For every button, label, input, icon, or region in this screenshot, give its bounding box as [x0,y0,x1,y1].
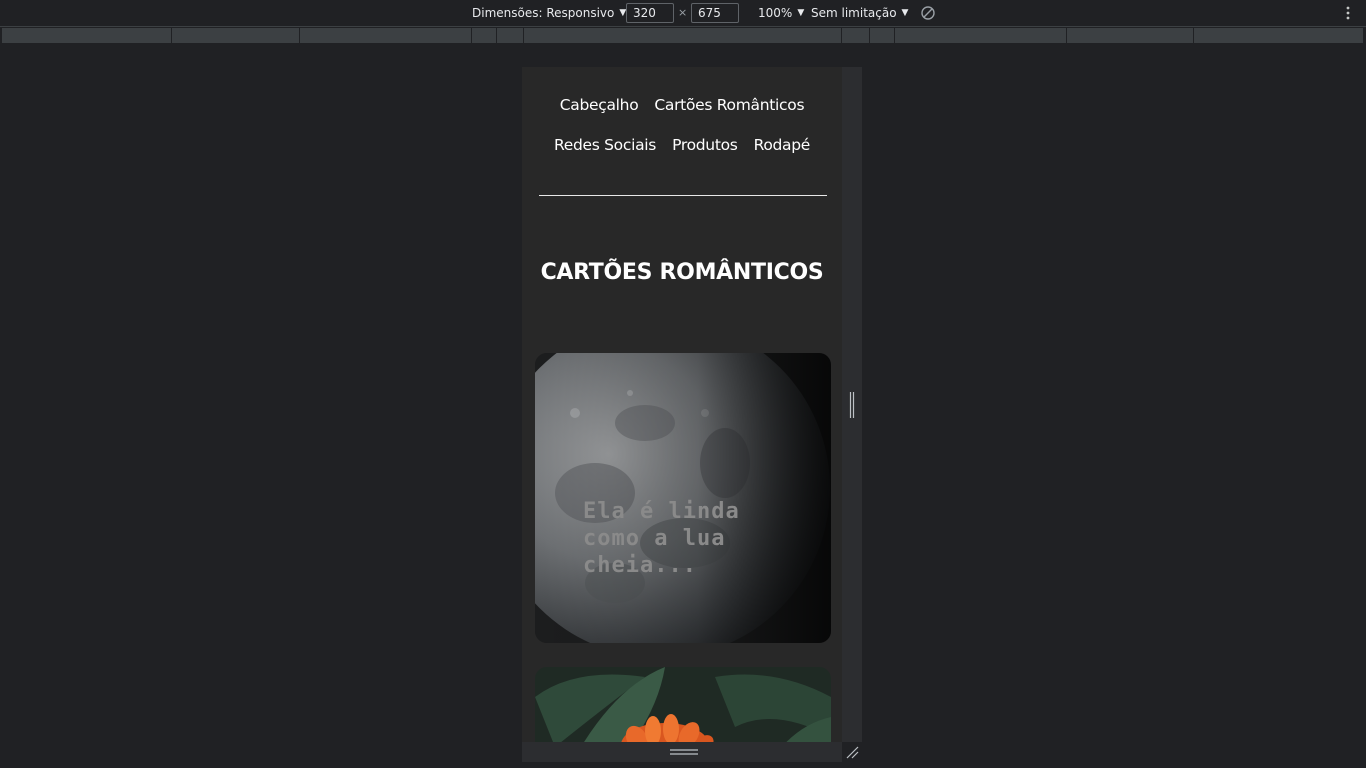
nav-link-cartoes[interactable]: Cartões Românticos [654,96,804,114]
emulated-viewport: Cabeçalho Cartões Românticos Redes Socia… [522,67,842,742]
nav-link-redes-sociais[interactable]: Redes Sociais [554,136,656,154]
flower-image [535,667,831,742]
media-query-segment[interactable] [870,28,895,43]
site-nav: Cabeçalho Cartões Românticos Redes Socia… [522,85,842,165]
nav-link-cabecalho[interactable]: Cabeçalho [560,96,639,114]
media-query-segment[interactable] [2,28,172,43]
times-symbol: × [678,6,688,19]
zoom-label: 100% [758,6,793,20]
media-query-segment[interactable] [842,28,870,43]
media-query-segment[interactable] [172,28,300,43]
card-caption: Ela é linda como a lua cheia... [583,499,740,578]
nav-link-produtos[interactable]: Produtos [672,136,738,154]
media-query-segment[interactable] [895,28,1067,43]
throttle-label: Sem limitação [811,6,897,20]
height-input[interactable] [691,3,739,23]
section-title: CARTÕES ROMÂNTICOS [540,260,824,285]
corner-resize-icon[interactable] [845,745,859,759]
chevron-down-icon: ▼ [797,8,805,18]
throttle-dropdown[interactable]: Sem limitação ▼ [811,0,908,26]
nav-divider [539,195,827,196]
bottom-resize-handle[interactable] [670,747,698,757]
moon-card[interactable]: Ela é linda como a lua cheia... [535,353,831,643]
rotate-icon[interactable] [920,5,936,21]
chevron-down-icon: ▼ [901,8,909,18]
more-vertical-icon[interactable] [1340,5,1356,21]
flower-card[interactable] [535,667,831,742]
dimensions-label: Dimensões: Responsivo [472,6,615,20]
media-query-segment[interactable] [472,28,497,43]
nav-link-rodape[interactable]: Rodapé [754,136,811,154]
media-query-segment[interactable] [1194,28,1364,43]
zoom-dropdown[interactable]: 100% ▼ [758,0,804,26]
media-query-segment[interactable] [497,28,524,43]
device-toolbar: Dimensões: Responsivo ▼ × 100% ▼ Sem lim… [0,0,1366,27]
media-query-segment[interactable] [1067,28,1194,43]
media-query-segment[interactable] [300,28,472,43]
width-input[interactable] [626,3,674,23]
dimensions-dropdown[interactable]: Dimensões: Responsivo ▼ [472,0,626,26]
media-query-bar [0,27,1366,45]
media-query-segment[interactable] [524,28,842,43]
right-resize-handle[interactable] [849,392,855,418]
